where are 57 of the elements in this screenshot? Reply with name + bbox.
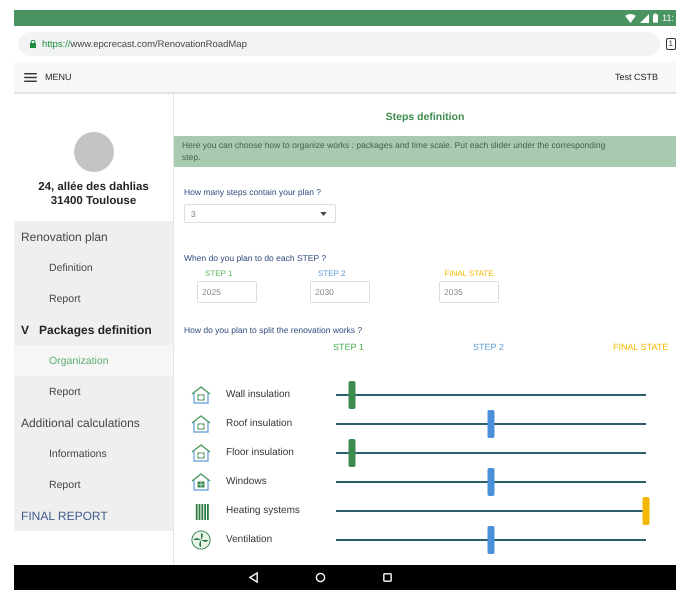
step-label: STEP 1	[205, 269, 232, 278]
menu-button[interactable]: MENU	[24, 72, 72, 82]
sidebar-item[interactable]: Report	[14, 376, 173, 407]
house-icon	[190, 442, 212, 462]
work-label: Heating systems	[226, 505, 301, 516]
work-label: Floor insulation	[226, 447, 295, 458]
step-label: STEP 1	[333, 342, 364, 352]
slider-thumb[interactable]	[488, 410, 494, 438]
caret-icon	[320, 212, 327, 216]
sidebar-item[interactable]: Definition	[14, 252, 173, 283]
house-icon	[190, 472, 212, 492]
wifi-icon	[625, 14, 636, 22]
work-label: Ventilation	[226, 534, 274, 545]
slider-thumb[interactable]	[488, 468, 494, 496]
battery-icon	[653, 13, 658, 23]
slider-thumb[interactable]	[642, 496, 650, 524]
tab-count-button[interactable]: 1	[666, 38, 676, 50]
status-time: 11:	[662, 13, 674, 23]
step-label: FINAL STATE	[444, 269, 494, 278]
year-field[interactable]: 2035	[439, 281, 499, 303]
step-label: STEP 2	[473, 342, 504, 352]
question-label: When do you plan to do each STEP ?	[184, 253, 328, 263]
sidebar-item[interactable]: V Packages definition	[14, 314, 173, 345]
work-label: Wall insulation	[226, 389, 292, 400]
house-icon	[190, 414, 212, 434]
user-name[interactable]: Test CSTB	[614, 72, 658, 82]
work-label: Roof insulation	[226, 418, 294, 429]
year-field[interactable]: 2030	[310, 281, 370, 303]
step-label: FINAL STATE	[613, 342, 668, 352]
sidebar-item[interactable]: Report	[14, 283, 173, 314]
menu-icon	[24, 72, 37, 82]
home-icon[interactable]	[314, 572, 326, 583]
sidebar-item[interactable]: Renovation plan	[14, 221, 173, 252]
info-banner: Here you can choose how to organize works : packages and time scale. Put each slider under the corresponding step.	[174, 136, 676, 167]
steps-dropdown[interactable]: 3	[184, 204, 336, 223]
sidebar-item[interactable]: Informations	[14, 438, 173, 469]
signal-icon	[640, 14, 650, 22]
slider-thumb[interactable]	[488, 526, 494, 554]
year-field[interactable]: 2025	[197, 281, 257, 303]
fan-icon	[190, 530, 212, 550]
back-icon[interactable]	[248, 572, 258, 583]
work-label: Windows	[226, 476, 268, 487]
step-label: STEP 2	[318, 269, 346, 278]
sidebar-item[interactable]: FINAL REPORT	[14, 500, 173, 531]
avatar	[74, 132, 114, 172]
house-icon	[190, 384, 212, 404]
lock-icon	[30, 40, 36, 48]
sidebar-item[interactable]: Additional calculations	[14, 407, 173, 438]
address-bar[interactable]: https://www.epcrecast.com/RenovationRoadMap	[18, 32, 660, 56]
page-title: Steps definition	[384, 111, 466, 123]
address-text: 24, allée des dahlias 31400 Toulouse	[37, 180, 150, 208]
slider-thumb[interactable]	[348, 380, 355, 408]
recents-icon[interactable]	[382, 572, 392, 583]
sidebar-item[interactable]: Report	[14, 469, 173, 500]
question-label: How do you plan to split the renovation works ?	[184, 325, 364, 335]
question-label: How many steps contain your plan ?	[184, 187, 322, 197]
slider-thumb[interactable]	[348, 438, 355, 466]
